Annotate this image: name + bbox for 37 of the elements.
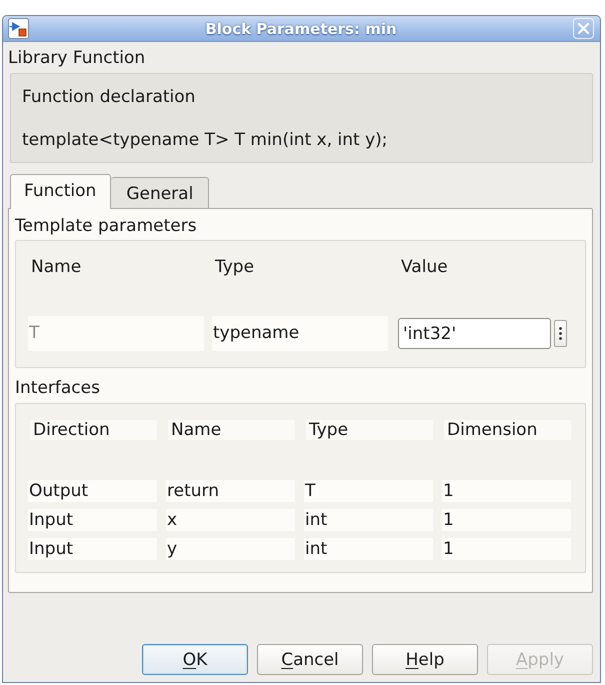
vertical-dots-icon — [559, 327, 562, 340]
table-cell: T — [304, 480, 433, 502]
tab[interactable]: General — [111, 177, 210, 208]
table-cell: Input — [28, 538, 157, 560]
table-cell: y — [166, 538, 295, 560]
column-header: Type — [306, 420, 433, 440]
table-cell: typename — [212, 316, 388, 351]
value-field[interactable]: 'int32' — [398, 318, 551, 349]
dialog-button[interactable]: Cancel — [257, 644, 363, 675]
close-icon — [578, 23, 589, 34]
column-header: Dimension — [444, 420, 571, 440]
group-label: Interfaces — [15, 378, 100, 398]
table-cell: 1 — [442, 538, 571, 560]
table-cell: T — [28, 316, 204, 351]
app-icon — [8, 18, 29, 39]
column-header: Value — [400, 257, 449, 277]
column-header: Direction — [30, 420, 157, 440]
tab[interactable]: Function — [10, 174, 112, 209]
declaration-heading: Function declaration — [22, 87, 196, 107]
table-cell: 1 — [442, 509, 571, 531]
group-label: Template parameters — [15, 216, 197, 236]
table-cell: Output — [28, 480, 157, 502]
table-cell: x — [166, 509, 295, 531]
section-label: Library Function — [8, 48, 146, 68]
dialog-button[interactable]: Help — [372, 644, 478, 675]
table-cell: 1 — [442, 480, 571, 502]
column-header: Name — [168, 420, 295, 440]
dialog-button[interactable]: OK — [142, 644, 248, 675]
window-title: Block Parameters: min — [204, 18, 398, 38]
declaration-text: template<typename T> T min(int x, int y); — [22, 130, 388, 150]
table-cell: int — [304, 509, 433, 531]
more-button[interactable] — [554, 320, 567, 347]
column-header: Type — [214, 257, 256, 277]
table-cell: int — [304, 538, 433, 560]
table-cell: Input — [28, 509, 157, 531]
column-header: Name — [30, 257, 82, 277]
table-cell: return — [166, 480, 295, 502]
